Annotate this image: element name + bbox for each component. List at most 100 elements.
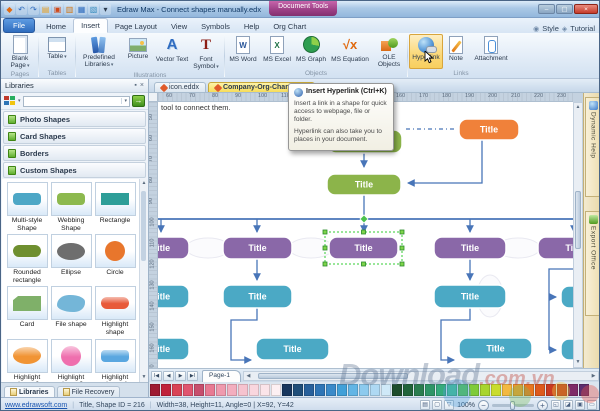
color-swatch[interactable] (513, 384, 523, 396)
shape-gallery-item[interactable]: Rectangle (93, 182, 137, 232)
library-section-custom-shapes[interactable]: Custom Shapes (3, 162, 146, 178)
color-swatch[interactable] (414, 384, 424, 396)
shape-gallery-item[interactable]: Webbing Shape (49, 182, 93, 232)
app-logo[interactable]: ◆ (4, 4, 15, 15)
color-swatch[interactable] (315, 384, 325, 396)
color-swatch[interactable] (293, 384, 303, 396)
close-panel-icon[interactable]: × (140, 82, 144, 89)
selection-handle[interactable] (323, 262, 327, 266)
hyperlink-button[interactable]: Hyperlink (409, 34, 443, 69)
export-icon[interactable]: ▧ (88, 4, 99, 15)
page-nav-button[interactable]: I◀ (151, 371, 162, 381)
color-swatch[interactable] (458, 384, 468, 396)
vertical-scrollbar[interactable]: ▲ ▼ (573, 102, 583, 368)
page-tab[interactable]: Page-1 (202, 370, 241, 382)
color-swatch[interactable] (370, 384, 380, 396)
document-tab[interactable]: icon.eddx (154, 82, 206, 92)
fit-window-icon[interactable]: ◱ (551, 400, 561, 410)
scroll-left-icon[interactable]: ◀ (244, 372, 253, 380)
library-section-borders[interactable]: Borders (3, 145, 146, 161)
shape-gallery-item[interactable]: Highlight shape 4 (93, 339, 137, 382)
scroll-up-icon[interactable]: ▲ (574, 103, 582, 112)
picture-icon[interactable]: ▣ (52, 4, 63, 15)
color-swatch[interactable] (227, 384, 237, 396)
color-swatch[interactable] (271, 384, 281, 396)
edrawsoft-link[interactable]: www.edrawsoft.com (5, 402, 67, 409)
gallery-scrollbar-thumb[interactable] (141, 191, 146, 261)
color-swatch[interactable] (194, 384, 204, 396)
redo-icon[interactable]: ↷ (28, 4, 39, 15)
table-button[interactable]: Table▾ (40, 34, 74, 69)
attachment-button[interactable]: Attachment (469, 34, 513, 69)
tab-file[interactable]: File (3, 18, 35, 33)
selection-handle[interactable] (362, 262, 366, 266)
color-swatch[interactable] (469, 384, 479, 396)
scroll-right-icon[interactable]: ▶ (589, 372, 598, 380)
vector-text-button[interactable]: A Vector Text (155, 34, 189, 69)
new-document-icon[interactable]: ▤ (40, 4, 51, 15)
save-icon[interactable]: ▦ (76, 4, 87, 15)
color-swatch[interactable] (491, 384, 501, 396)
color-swatch[interactable] (447, 384, 457, 396)
selection-handle[interactable] (400, 246, 404, 250)
color-swatch[interactable] (205, 384, 215, 396)
predefined-libraries-button[interactable]: Predefined Libraries▾ (77, 34, 121, 69)
selection-handle[interactable] (400, 262, 404, 266)
color-swatch[interactable] (150, 384, 160, 396)
pan-icon[interactable]: ▣ (575, 400, 585, 410)
maximize-button[interactable]: ▢ (556, 4, 573, 14)
color-swatch[interactable] (403, 384, 413, 396)
shape-gallery-item[interactable]: Ellipse (49, 234, 93, 284)
color-swatch[interactable] (238, 384, 248, 396)
color-swatch[interactable] (557, 384, 567, 396)
note-button[interactable]: Note (443, 34, 469, 69)
library-go-button[interactable]: → (132, 95, 145, 107)
color-swatch[interactable] (216, 384, 226, 396)
color-swatch[interactable] (337, 384, 347, 396)
selection-handle[interactable] (323, 246, 327, 250)
tab-help[interactable]: Help (237, 20, 266, 33)
library-section-photo-shapes[interactable]: Photo Shapes (3, 111, 146, 127)
feedback-icon[interactable]: ▭ (587, 400, 597, 410)
picture-button[interactable]: Picture (121, 34, 155, 69)
ms-graph-button[interactable]: MS Graph (294, 34, 328, 69)
color-swatch[interactable] (183, 384, 193, 396)
undo-icon[interactable]: ↶ (16, 4, 27, 15)
panel-tab-libraries[interactable]: Libraries (4, 386, 55, 397)
color-swatch[interactable] (381, 384, 391, 396)
blank-page-button[interactable]: Blank Page▾ (3, 34, 37, 70)
view-outline-icon[interactable]: ▽ (444, 400, 454, 410)
color-swatch[interactable] (161, 384, 171, 396)
color-swatch[interactable] (260, 384, 270, 396)
ole-objects-button[interactable]: OLE Objects (372, 34, 406, 69)
color-swatch[interactable] (425, 384, 435, 396)
ms-word-button[interactable]: W MS Word (226, 34, 260, 69)
horizontal-scrollbar-thumb[interactable] (258, 373, 408, 379)
tab-symbols[interactable]: Symbols (194, 20, 237, 33)
close-button[interactable]: × (574, 4, 598, 14)
qat-dropdown-icon[interactable]: ▾ (100, 4, 111, 15)
shape-color-icon[interactable] (4, 96, 15, 106)
tab-home[interactable]: Home (39, 20, 73, 33)
shape-gallery-item[interactable]: Highlight shape 3 (49, 339, 93, 382)
zoom-in-button[interactable]: + (537, 400, 548, 411)
horizontal-scrollbar[interactable]: ◀ ▶ (243, 371, 599, 381)
gallery-scrollbar[interactable]: ▲ ▼ (139, 179, 147, 382)
selection-handle[interactable] (323, 230, 327, 234)
panel-tab-file-recovery[interactable]: File Recovery (57, 386, 121, 397)
font-symbol-button[interactable]: T Font Symbol▾ (189, 34, 223, 71)
shape-gallery-item[interactable]: Circle (93, 234, 137, 284)
color-swatch[interactable] (546, 384, 556, 396)
scroll-up-icon[interactable]: ▲ (140, 179, 148, 188)
vertical-scrollbar-thumb[interactable] (575, 191, 581, 249)
scroll-down-icon[interactable]: ▼ (140, 373, 148, 382)
view-normal-icon[interactable]: ▤ (420, 400, 430, 410)
selection-handle[interactable] (362, 230, 366, 234)
zoom-out-button[interactable]: − (478, 400, 489, 411)
dropdown-arrow-icon[interactable]: ▾ (18, 98, 21, 104)
org-chart-node[interactable] (561, 339, 573, 360)
library-section-card-shapes[interactable]: Card Shapes (3, 128, 146, 144)
side-tab-export-office[interactable]: Export Office (585, 211, 600, 316)
shape-gallery-item[interactable]: Multi-style Shape (5, 182, 49, 232)
shape-gallery-item[interactable]: Card (5, 286, 49, 336)
